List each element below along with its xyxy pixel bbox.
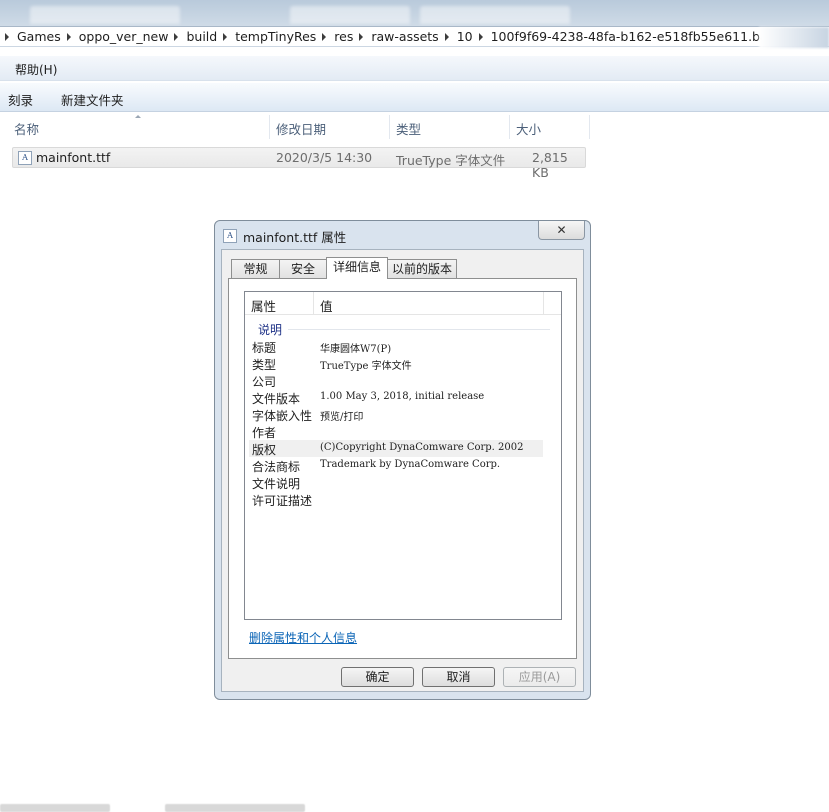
blurred-tab: [290, 6, 410, 24]
blurred-status-text: [0, 804, 110, 812]
column-modified[interactable]: 修改日期: [272, 115, 388, 139]
tab-details[interactable]: 详细信息: [326, 257, 388, 279]
breadcrumb-item[interactable]: tempTinyRes: [217, 29, 316, 44]
column-headers: 名称 修改日期 类型 大小: [0, 115, 829, 140]
blurred-status-text: [165, 804, 305, 812]
file-size: 2,815 KB: [532, 150, 568, 180]
font-file-icon: A: [18, 151, 32, 165]
blurred-tab: [30, 6, 180, 24]
column-divider[interactable]: [389, 115, 390, 139]
dialog-body: 常规 安全 详细信息 以前的版本 属性 值 说明 标题 华康圆体W7(P) 类型…: [221, 249, 584, 692]
property-row[interactable]: 许可证描述: [249, 491, 543, 508]
property-row-selected[interactable]: 版权 (C)Copyright DynaComware Corp. 2002: [249, 440, 543, 457]
property-name: 类型: [252, 358, 277, 372]
address-bar[interactable]: Games oppo_ver_new build tempTinyRes res…: [0, 26, 829, 48]
header-divider[interactable]: [313, 292, 314, 314]
property-name: 文件说明: [252, 477, 301, 491]
breadcrumb-arrow-icon[interactable]: [322, 32, 327, 41]
column-divider[interactable]: [269, 115, 270, 139]
ok-button[interactable]: 确定: [341, 667, 414, 687]
details-panel: 属性 值 说明 标题 华康圆体W7(P) 类型 TrueType 字体文件 公司: [228, 278, 577, 659]
file-modified: 2020/3/5 14:30: [276, 150, 373, 165]
address-bar-fade: [759, 27, 829, 48]
property-value: 预览/打印: [320, 412, 364, 423]
file-row[interactable]: A mainfont.ttf 2020/3/5 14:30 TrueType 字…: [12, 147, 586, 180]
property-name: 许可证描述: [252, 494, 313, 508]
property-name: 作者: [252, 426, 277, 440]
menu-bar: 帮助(H): [0, 56, 829, 81]
window-top-strip: [0, 0, 829, 26]
header-value[interactable]: 值: [320, 296, 333, 315]
property-row[interactable]: 公司: [249, 372, 543, 389]
property-row[interactable]: 类型 TrueType 字体文件: [249, 355, 543, 372]
new-folder-button[interactable]: 新建文件夹: [61, 90, 124, 109]
breadcrumb-item[interactable]: raw-assets: [353, 29, 439, 44]
property-value: 1.00 May 3, 2018, initial release: [320, 391, 485, 402]
column-type[interactable]: 类型: [392, 115, 508, 139]
breadcrumb-item[interactable]: res: [316, 29, 353, 44]
property-row[interactable]: 文件版本 1.00 May 3, 2018, initial release: [249, 389, 543, 406]
property-row[interactable]: 字体嵌入性 预览/打印: [249, 406, 543, 423]
burn-button[interactable]: 刻录: [8, 90, 33, 109]
column-size[interactable]: 大小: [512, 115, 588, 139]
remove-properties-link[interactable]: 删除属性和个人信息: [249, 629, 357, 646]
property-value: TrueType 字体文件: [320, 361, 412, 372]
breadcrumb-arrow-icon[interactable]: [174, 32, 179, 41]
property-name: 合法商标: [252, 460, 301, 474]
property-name: 文件版本: [252, 392, 301, 406]
breadcrumb-item[interactable]: Games: [0, 29, 61, 44]
dialog-titlebar[interactable]: A mainfont.ttf 属性 ✕: [215, 221, 590, 249]
property-value: (C)Copyright DynaComware Corp. 2002: [320, 442, 524, 453]
breadcrumb-arrow-icon[interactable]: [5, 32, 9, 41]
column-divider[interactable]: [589, 115, 590, 139]
header-property[interactable]: 属性: [251, 296, 276, 315]
font-file-icon: A: [223, 229, 237, 243]
property-name: 字体嵌入性: [252, 409, 313, 423]
property-name: 标题: [252, 341, 277, 355]
breadcrumb-item[interactable]: 100f9f69-4238-48fa-b162-e518fb55e611.ba0…: [473, 29, 792, 44]
property-name: 版权: [252, 443, 277, 457]
column-name[interactable]: 名称: [10, 115, 268, 139]
breadcrumb-item[interactable]: build: [168, 29, 217, 44]
breadcrumb-arrow-icon[interactable]: [444, 32, 449, 41]
header-divider[interactable]: [543, 292, 544, 314]
close-button[interactable]: ✕: [538, 221, 585, 240]
property-row[interactable]: 合法商标 Trademark by DynaComware Corp.: [249, 457, 543, 474]
apply-button[interactable]: 应用(A): [503, 667, 576, 687]
property-name: 公司: [252, 375, 277, 389]
blurred-tab: [420, 6, 570, 24]
breadcrumb-arrow-icon[interactable]: [66, 32, 71, 41]
breadcrumb-item[interactable]: oppo_ver_new: [61, 29, 168, 44]
column-divider[interactable]: [509, 115, 510, 139]
toolbar: 刻录 新建文件夹: [0, 83, 829, 112]
cancel-button[interactable]: 取消: [422, 667, 495, 687]
group-label-description: 说明: [258, 323, 283, 337]
details-pane: [0, 803, 829, 812]
tab-previous-versions[interactable]: 以前的版本: [387, 259, 457, 278]
properties-list[interactable]: 属性 值 说明 标题 华康圆体W7(P) 类型 TrueType 字体文件 公司: [244, 291, 562, 620]
breadcrumb-item[interactable]: 10: [439, 29, 473, 44]
tab-general[interactable]: 常规: [231, 259, 280, 278]
property-row[interactable]: 作者: [249, 423, 543, 440]
file-type: TrueType 字体文件: [396, 153, 506, 168]
properties-dialog: A mainfont.ttf 属性 ✕ 常规 安全 详细信息 以前的版本 属性 …: [214, 220, 591, 700]
file-name: mainfont.ttf: [36, 150, 111, 165]
group-divider: [288, 329, 550, 330]
property-row[interactable]: 标题 华康圆体W7(P): [249, 338, 543, 355]
menu-help[interactable]: 帮助(H): [15, 61, 57, 78]
tab-security[interactable]: 安全: [279, 259, 327, 278]
property-value: Trademark by DynaComware Corp.: [320, 459, 501, 470]
breadcrumb-arrow-icon[interactable]: [478, 32, 483, 41]
property-value: 华康圆体W7(P): [320, 344, 392, 355]
properties-list-header: 属性 值: [245, 292, 561, 315]
breadcrumb-arrow-icon[interactable]: [223, 32, 228, 41]
breadcrumb-arrow-icon[interactable]: [359, 32, 364, 41]
property-row[interactable]: 文件说明: [249, 474, 543, 491]
dialog-title: mainfont.ttf 属性: [243, 230, 347, 245]
